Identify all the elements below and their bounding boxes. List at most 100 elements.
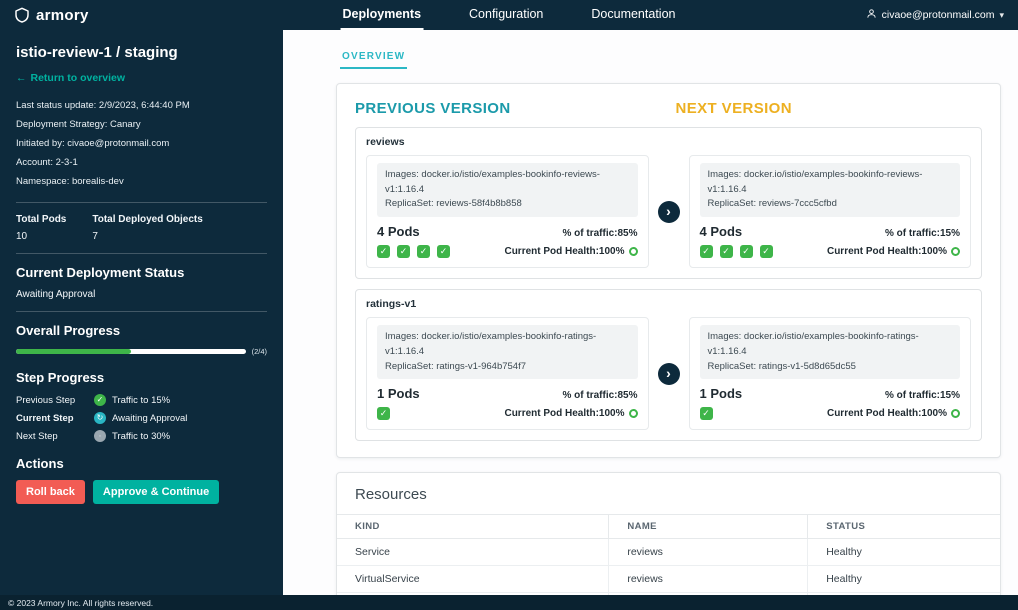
pod-healthy-check-icon: ✓ bbox=[760, 245, 773, 258]
replicaset-infobox: Images: docker.io/istio/examples-bookinf… bbox=[377, 325, 638, 379]
pods-count: 4 Pods bbox=[377, 224, 420, 239]
pods-row: 4 Pods % of traffic:15% bbox=[700, 224, 961, 239]
resource-column-header: KIND bbox=[337, 515, 609, 539]
replicaset-infobox: Images: docker.io/istio/examples-bookinf… bbox=[700, 163, 961, 217]
step-status: Traffic to 30% bbox=[112, 431, 170, 442]
step-status: Awaiting Approval bbox=[112, 413, 187, 424]
pod-health: Current Pod Health:100% bbox=[827, 408, 960, 419]
version-group-card: ratings-v1 Images: docker.io/istio/examp… bbox=[355, 289, 982, 441]
step-progress-list: Previous Step✓Traffic to 15% Current Step… bbox=[16, 394, 267, 442]
pod-healthy-check-icon: ✓ bbox=[700, 407, 713, 420]
pod-health-row: ✓ Current Pod Health:100% bbox=[700, 407, 961, 420]
meta-line: Namespace: borealis-dev bbox=[16, 172, 267, 191]
step-row: Previous Step✓Traffic to 15% bbox=[16, 394, 267, 406]
replicaset-text: ReplicaSet: reviews-7ccc5cfbd bbox=[708, 197, 953, 212]
resource-cell: reviews bbox=[609, 566, 808, 593]
meta-line: Deployment Strategy: Canary bbox=[16, 115, 267, 134]
next-version-header: NEXT VERSION bbox=[662, 100, 983, 117]
total-deployed-objects: Total Deployed Objects 7 bbox=[92, 214, 202, 242]
deployment-title: istio-review-1 / staging bbox=[16, 44, 267, 61]
images-text: Images: docker.io/istio/examples-bookinf… bbox=[385, 168, 630, 197]
pods-count: 1 Pods bbox=[700, 386, 743, 401]
divider bbox=[16, 202, 267, 203]
replicaset-text: ReplicaSet: ratings-v1-964b754f7 bbox=[385, 360, 630, 375]
pods-count: 1 Pods bbox=[377, 386, 420, 401]
step-row: Next Step∙Traffic to 30% bbox=[16, 430, 267, 442]
pod-healthy-check-icon: ✓ bbox=[377, 245, 390, 258]
replicaset-infobox: Images: docker.io/istio/examples-bookinf… bbox=[700, 325, 961, 379]
pod-health-ring-icon bbox=[951, 247, 960, 256]
resource-column-header: STATUS bbox=[808, 515, 1000, 539]
previous-version-panel: Images: docker.io/istio/examples-bookinf… bbox=[366, 317, 649, 430]
pod-health-ring-icon bbox=[951, 409, 960, 418]
pods-count: 4 Pods bbox=[700, 224, 743, 239]
actions-heading: Actions bbox=[16, 456, 267, 471]
pod-health-label: Current Pod Health:100% bbox=[504, 246, 624, 257]
resource-cell: Healthy bbox=[808, 566, 1000, 593]
nav-configuration[interactable]: Configuration bbox=[467, 0, 545, 30]
topbar: armory Deployments Configuration Documen… bbox=[0, 0, 1018, 30]
traffic-percentage: % of traffic:15% bbox=[885, 228, 960, 239]
user-menu[interactable]: civaoe@protonmail.com ▾ bbox=[866, 8, 1004, 22]
step-progress-heading: Step Progress bbox=[16, 370, 267, 385]
pod-health: Current Pod Health:100% bbox=[504, 246, 637, 257]
resources-title: Resources bbox=[337, 473, 1000, 514]
meta-line: Last status update: 2/9/2023, 6:44:40 PM bbox=[16, 96, 267, 115]
version-groups: reviews Images: docker.io/istio/examples… bbox=[355, 127, 982, 441]
replicaset-text: ReplicaSet: ratings-v1-5d8d65dc55 bbox=[708, 360, 953, 375]
resource-row: ServicereviewsHealthy bbox=[337, 539, 1000, 566]
back-arrow-icon: ← bbox=[16, 72, 27, 84]
traffic-percentage: % of traffic:15% bbox=[885, 390, 960, 401]
replicaset-infobox: Images: docker.io/istio/examples-bookinf… bbox=[377, 163, 638, 217]
main-content: OVERVIEW PREVIOUS VERSION NEXT VERSION r… bbox=[283, 30, 1018, 595]
resource-cell: VirtualService bbox=[337, 566, 609, 593]
resource-cell: Healthy bbox=[808, 539, 1000, 566]
armory-logo[interactable]: armory bbox=[14, 7, 89, 24]
page-body: istio-review-1 / staging ← Return to ove… bbox=[0, 30, 1018, 595]
tab-overview[interactable]: OVERVIEW bbox=[340, 51, 407, 69]
overall-progress-bar bbox=[16, 349, 246, 354]
total-deployed-objects-label: Total Deployed Objects bbox=[92, 214, 202, 225]
images-text: Images: docker.io/istio/examples-bookinf… bbox=[385, 330, 630, 359]
user-icon bbox=[866, 8, 877, 22]
pod-healthy-check-icon: ✓ bbox=[740, 245, 753, 258]
pod-health-label: Current Pod Health:100% bbox=[827, 408, 947, 419]
version-group-card: reviews Images: docker.io/istio/examples… bbox=[355, 127, 982, 279]
roll-back-button[interactable]: Roll back bbox=[16, 480, 85, 504]
step-label: Current Step bbox=[16, 413, 94, 424]
return-to-overview-label: Return to overview bbox=[31, 72, 126, 84]
next-version-panel: Images: docker.io/istio/examples-bookinf… bbox=[689, 155, 972, 268]
footer: © 2023 Armory Inc. All rights reserved. bbox=[0, 595, 1018, 610]
pod-checkboxes: ✓ ✓ ✓ ✓ bbox=[700, 245, 773, 258]
chevron-down-icon: ▾ bbox=[999, 10, 1004, 21]
pods-row: 1 Pods % of traffic:15% bbox=[700, 386, 961, 401]
approve-continue-button[interactable]: Approve & Continue bbox=[93, 480, 219, 504]
promote-arrow-icon: › bbox=[658, 363, 680, 385]
app-root: armory Deployments Configuration Documen… bbox=[0, 0, 1018, 610]
pod-healthy-check-icon: ✓ bbox=[720, 245, 733, 258]
nav-deployments[interactable]: Deployments bbox=[341, 0, 424, 30]
user-email: civaoe@protonmail.com bbox=[882, 9, 995, 21]
pod-health-row: ✓✓✓✓ Current Pod Health:100% bbox=[377, 245, 638, 258]
pods-row: 4 Pods % of traffic:85% bbox=[377, 224, 638, 239]
nav-documentation[interactable]: Documentation bbox=[589, 0, 677, 30]
pod-health: Current Pod Health:100% bbox=[827, 246, 960, 257]
pod-health-ring-icon bbox=[629, 247, 638, 256]
traffic-percentage: % of traffic:85% bbox=[562, 390, 637, 401]
resources-card: Resources KINDNAMESTATUS ServicereviewsH… bbox=[336, 472, 1001, 595]
top-nav: Deployments Configuration Documentation bbox=[341, 0, 678, 30]
pod-healthy-check-icon: ✓ bbox=[417, 245, 430, 258]
versions-card: PREVIOUS VERSION NEXT VERSION reviews Im… bbox=[336, 83, 1001, 458]
deployment-status-value: Awaiting Approval bbox=[16, 289, 267, 300]
return-to-overview-link[interactable]: ← Return to overview bbox=[16, 72, 125, 84]
pod-checkboxes: ✓ bbox=[377, 407, 390, 420]
pod-health-row: ✓ ✓ ✓ ✓ Current Pod Health:100% bbox=[700, 245, 961, 258]
pod-healthy-check-icon: ✓ bbox=[700, 245, 713, 258]
resource-column-header: NAME bbox=[609, 515, 808, 539]
brand-name: armory bbox=[36, 7, 89, 24]
pod-health: Current Pod Health:100% bbox=[504, 408, 637, 419]
meta-line: Account: 2-3-1 bbox=[16, 153, 267, 172]
version-group-name: ratings-v1 bbox=[366, 298, 971, 310]
step-label: Previous Step bbox=[16, 395, 94, 406]
total-deployed-objects-value: 7 bbox=[92, 231, 202, 242]
